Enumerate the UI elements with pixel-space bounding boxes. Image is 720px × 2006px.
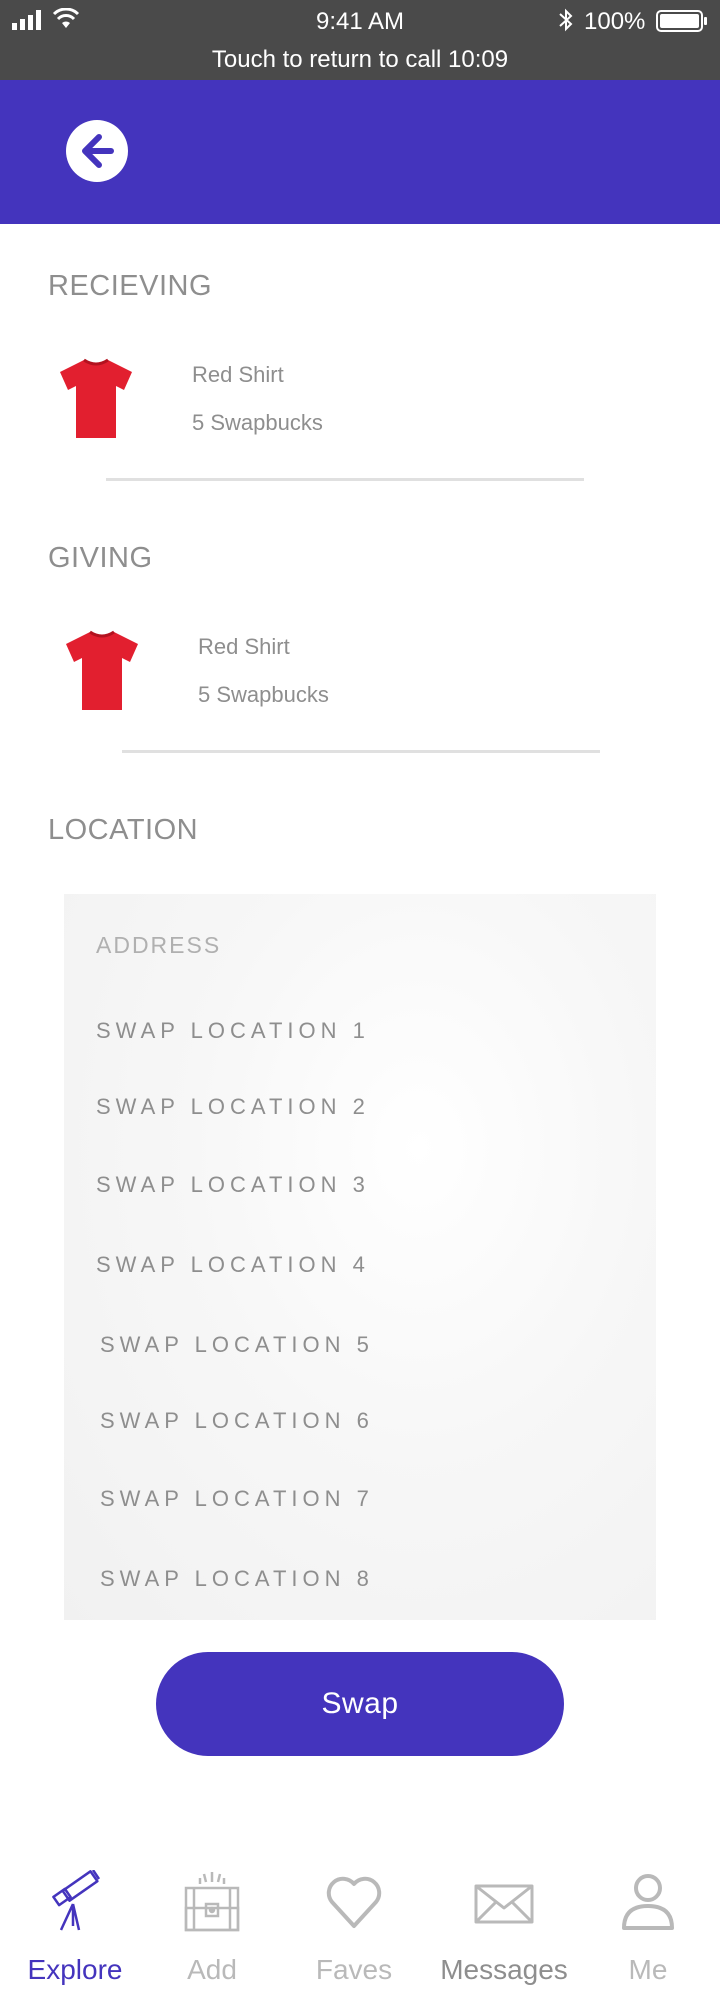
receiving-item-name: Red Shirt	[192, 362, 284, 387]
return-to-call-banner[interactable]: Touch to return to call 10:09	[0, 46, 720, 74]
user-icon	[622, 1874, 674, 1930]
location-option-4[interactable]: SWAP LOCATION 4	[96, 1252, 370, 1278]
tab-messages-label: Messages	[440, 1954, 568, 1985]
giving-item-price: 5 Swapbucks	[198, 682, 329, 707]
location-option-8[interactable]: SWAP LOCATION 8	[100, 1566, 374, 1592]
heart-icon	[326, 1876, 382, 1928]
location-option-1[interactable]: SWAP LOCATION 1	[96, 1018, 370, 1044]
location-option-2[interactable]: SWAP LOCATION 2	[96, 1094, 370, 1120]
giving-item-name: Red Shirt	[198, 634, 290, 659]
battery-icon	[656, 10, 707, 32]
telescope-icon	[52, 1870, 101, 1931]
tab-explore-label: Explore	[27, 1954, 123, 1985]
location-option-6[interactable]: SWAP LOCATION 6	[100, 1408, 374, 1434]
location-option-5[interactable]: SWAP LOCATION 5	[100, 1332, 374, 1358]
location-heading: LOCATION	[48, 814, 199, 846]
receiving-item-price: 5 Swapbucks	[192, 410, 323, 435]
swap-button[interactable]: Swap	[156, 1652, 564, 1756]
receiving-item-image[interactable]	[56, 354, 136, 440]
location-option-7[interactable]: SWAP LOCATION 7	[100, 1486, 374, 1512]
battery-percentage: 100%	[584, 8, 646, 35]
status-bar: 9:41 AM 100% Touch to return to call 10:…	[0, 0, 720, 80]
location-list: ADDRESS SWAP LOCATION 1 SWAP LOCATION 2 …	[64, 894, 656, 1620]
arrow-left-icon	[82, 134, 114, 168]
receiving-divider	[106, 478, 584, 481]
tab-add[interactable]: Add	[140, 1870, 284, 2000]
envelope-icon	[474, 1884, 534, 1924]
header-bar	[0, 80, 720, 224]
bluetooth-icon	[559, 8, 573, 32]
back-button[interactable]	[66, 120, 128, 182]
receiving-heading: RECIEVING	[48, 270, 213, 302]
tab-messages[interactable]: Messages	[432, 1870, 576, 2000]
giving-divider	[122, 750, 600, 753]
giving-heading: GIVING	[48, 542, 153, 574]
location-option-3[interactable]: SWAP LOCATION 3	[96, 1172, 370, 1198]
address-label: ADDRESS	[96, 932, 222, 958]
giving-item-image[interactable]	[62, 626, 142, 712]
tab-faves-label: Faves	[315, 1954, 393, 1985]
tab-me-label: Me	[628, 1954, 668, 1985]
treasure-chest-icon	[184, 1872, 240, 1932]
tab-add-label: Add	[187, 1954, 237, 1985]
tab-me[interactable]: Me	[576, 1870, 720, 2000]
tab-faves[interactable]: Faves	[282, 1870, 426, 2000]
tab-explore[interactable]: Explore	[3, 1870, 147, 2000]
